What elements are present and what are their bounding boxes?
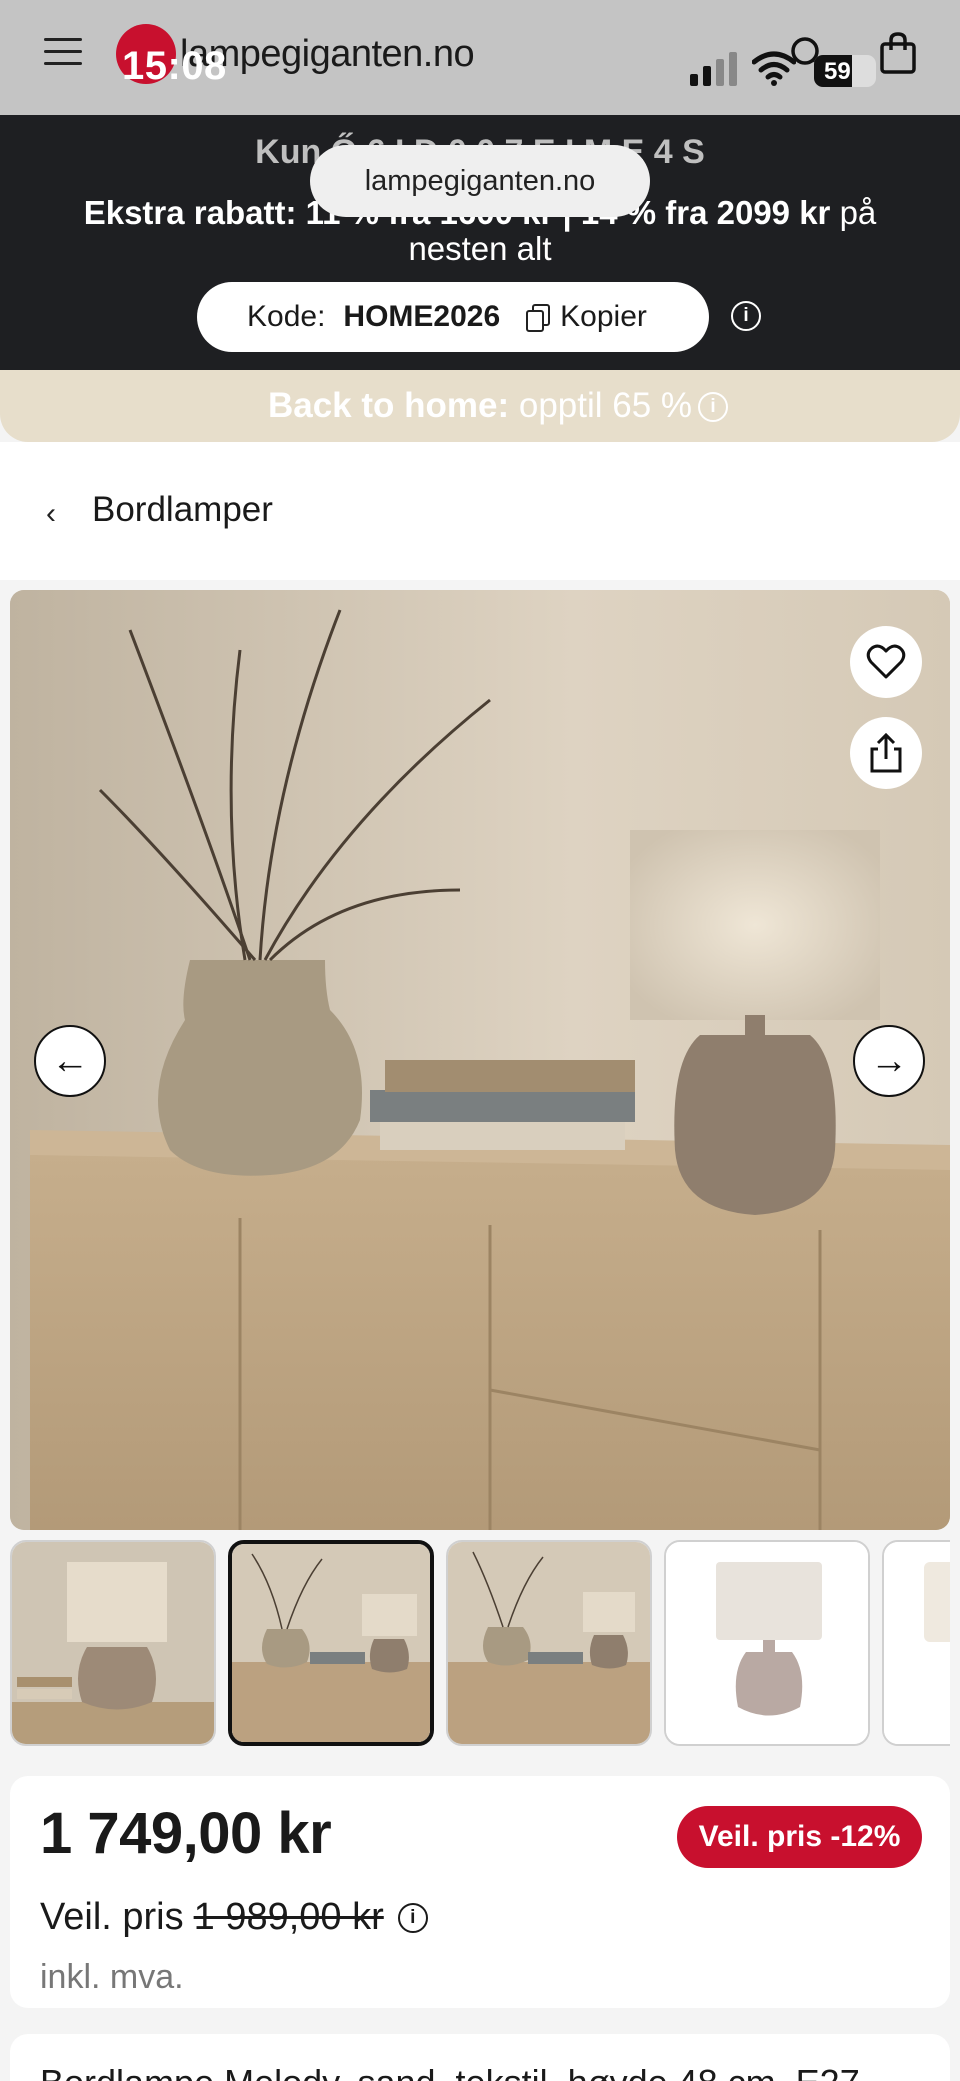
share-button[interactable] [850,717,922,789]
product-main-image[interactable]: ← → [10,590,950,1530]
product-title-card: Bordlampe Melody, sand, tekstil, høyde 4… [10,2034,950,2081]
status-time: 15:08 [122,44,227,88]
thumbnail-image [232,1544,430,1742]
site-header: lampegiganten.no 15:08 59 [0,0,960,115]
cellular-signal-icon [690,52,737,86]
thumbnail-3[interactable] [446,1540,652,1746]
shopping-bag-icon[interactable] [876,30,920,76]
thumbnail-4[interactable] [664,1540,870,1746]
battery-icon: 59 [814,55,876,87]
thumbnail-1[interactable] [10,1540,216,1746]
thumbnail-image [448,1542,650,1744]
wishlist-button[interactable] [850,626,922,698]
campaign-title: Back to home: [267,386,510,425]
breadcrumb-category[interactable]: Bordlamper [92,490,273,530]
vat-note: inkl. mva. [40,1958,184,1996]
product-photo [10,590,950,1530]
price-info-icon[interactable]: i [397,1902,428,1933]
share-icon [870,733,902,773]
breadcrumb[interactable]: ‹ Bordlamper [0,442,960,580]
campaign-banner[interactable]: Back to home: opptil 65 % i [0,370,960,442]
chevron-left-icon: ‹ [46,497,56,530]
product-price: 1 749,00 kr [40,1801,332,1866]
heart-icon [866,644,906,679]
thumbnail-image [884,1542,950,1744]
product-title: Bordlampe Melody, sand, tekstil, høyde 4… [40,2062,860,2081]
menu-icon[interactable] [44,38,82,68]
previous-image-button[interactable]: ← [34,1025,106,1097]
arrow-right-icon: → [870,1039,908,1082]
thumbnail-5[interactable] [882,1540,950,1746]
code-label: Kode: [247,300,326,333]
discount-badge: Veil. pris -12% [677,1806,922,1868]
discount-code: HOME2026 [343,300,501,333]
reference-price-value: 1 989,00 kr [193,1896,384,1938]
promo-info-icon[interactable]: i [731,301,761,331]
copy-icon[interactable] [526,304,551,332]
arrow-left-icon: ← [51,1039,89,1082]
thumbnail-image [12,1542,214,1744]
reference-price-label: Veil. pris [40,1896,184,1938]
browser-url-pill[interactable]: lampegiganten.no [310,145,650,217]
next-image-button[interactable]: → [853,1025,925,1097]
campaign-info-icon[interactable]: i [698,392,728,422]
promo-banner: Kun Ő 6 I D 0 0 7 E I M E 4 S Ekstra rab… [0,115,960,370]
price-card: 1 749,00 kr Veil. pris -12% Veil. pris 1… [10,1776,950,2008]
thumbnail-image [666,1542,868,1744]
thumbnail-strip[interactable] [10,1540,950,1748]
thumbnail-2[interactable] [228,1540,434,1746]
battery-level: 59 [824,58,851,85]
discount-code-box[interactable]: Kode: HOME2026 Kopier [197,282,709,352]
campaign-text: opptil 65 % [509,386,693,425]
reference-price: Veil. pris 1 989,00 kr i [40,1896,428,1939]
copy-button[interactable]: Kopier [560,300,647,334]
